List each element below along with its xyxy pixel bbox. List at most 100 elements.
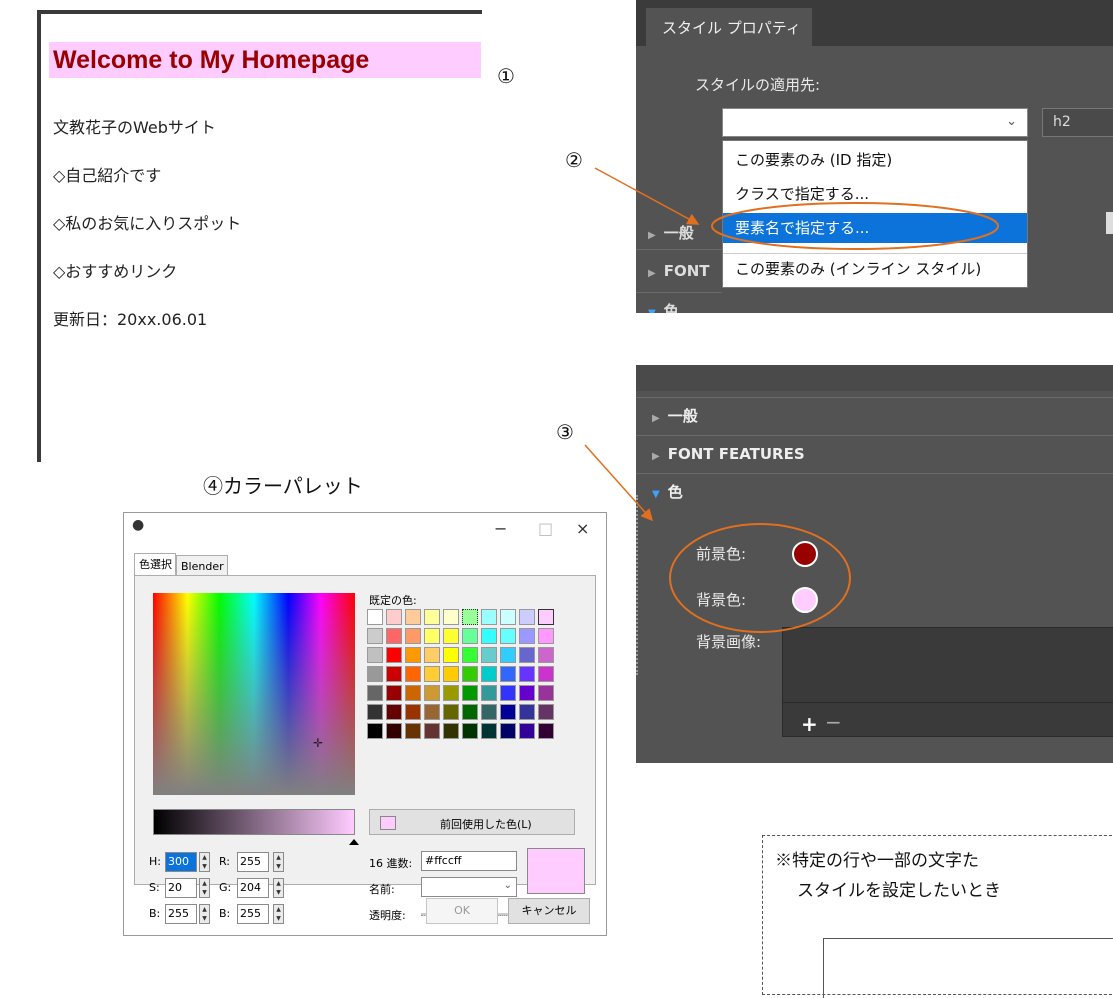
preset-color-cell[interactable] (481, 647, 497, 663)
previous-color-label: 前回使用した色(L) (440, 818, 532, 831)
preset-color-cell[interactable] (538, 647, 554, 663)
preset-color-cell[interactable] (500, 723, 516, 739)
preset-color-cell[interactable] (462, 628, 478, 644)
preset-color-cell[interactable] (538, 685, 554, 701)
preset-color-cell[interactable] (462, 723, 478, 739)
preset-color-cell[interactable] (519, 628, 535, 644)
preset-color-cell[interactable] (462, 609, 478, 625)
preset-color-cell[interactable] (462, 685, 478, 701)
preset-color-cell[interactable] (386, 723, 402, 739)
b-spinner[interactable]: ▲ ▼ (199, 904, 210, 924)
preset-colors-label: 既定の色: (369, 594, 417, 607)
tab-blender[interactable]: Blender (176, 555, 228, 575)
blue-input[interactable]: 255 (237, 904, 269, 924)
maximize-button[interactable]: □ (538, 519, 553, 538)
preset-color-cell[interactable] (367, 685, 383, 701)
preset-color-cell[interactable] (500, 666, 516, 682)
preset-color-cell[interactable] (538, 628, 554, 644)
blue-spinner[interactable]: ▲ ▼ (273, 904, 284, 924)
preset-color-cell[interactable] (462, 647, 478, 663)
close-button[interactable]: × (576, 519, 589, 538)
preset-color-cell[interactable] (443, 723, 459, 739)
preset-color-cell[interactable] (500, 628, 516, 644)
preset-color-cell[interactable] (443, 647, 459, 663)
preset-color-cell[interactable] (367, 628, 383, 644)
preset-color-cell[interactable] (424, 723, 440, 739)
b-input[interactable]: 255 (165, 904, 197, 924)
preset-color-cell[interactable] (462, 666, 478, 682)
luminance-marker-icon[interactable] (349, 839, 359, 845)
preset-color-cell[interactable] (367, 704, 383, 720)
preset-color-cell[interactable] (500, 704, 516, 720)
preset-color-cell[interactable] (386, 685, 402, 701)
preset-color-cell[interactable] (443, 609, 459, 625)
preset-color-cell[interactable] (443, 704, 459, 720)
preset-color-cell[interactable] (462, 704, 478, 720)
h-input[interactable]: 300 (165, 852, 197, 872)
preset-color-cell[interactable] (481, 666, 497, 682)
preset-color-cell[interactable] (386, 609, 402, 625)
preset-color-cell[interactable] (424, 647, 440, 663)
preset-color-cell[interactable] (424, 685, 440, 701)
preset-color-cell[interactable] (405, 685, 421, 701)
preset-color-cell[interactable] (519, 647, 535, 663)
preset-color-cell[interactable] (538, 704, 554, 720)
previous-color-button[interactable]: 前回使用した色(L) (369, 809, 575, 835)
h-spinner[interactable]: ▲ ▼ (199, 852, 210, 872)
preset-color-cell[interactable] (481, 628, 497, 644)
preset-color-cell[interactable] (443, 628, 459, 644)
preset-color-cell[interactable] (538, 723, 554, 739)
preset-color-cell[interactable] (386, 704, 402, 720)
preset-color-cell[interactable] (405, 628, 421, 644)
preset-color-cell[interactable] (481, 685, 497, 701)
minimize-button[interactable]: − (494, 519, 507, 538)
preset-color-cell[interactable] (519, 666, 535, 682)
preset-color-cell[interactable] (386, 647, 402, 663)
g-input[interactable]: 204 (237, 878, 269, 898)
s-input[interactable]: 20 (165, 878, 197, 898)
preset-color-cell[interactable] (386, 628, 402, 644)
name-select[interactable]: ⌄ (421, 877, 517, 897)
preset-color-cell[interactable] (443, 666, 459, 682)
preset-color-cell[interactable] (481, 723, 497, 739)
preset-color-cell[interactable] (519, 685, 535, 701)
preset-color-cell[interactable] (481, 609, 497, 625)
g-spinner[interactable]: ▲ ▼ (273, 878, 284, 898)
preset-color-cell[interactable] (386, 666, 402, 682)
preset-color-cell[interactable] (367, 723, 383, 739)
chevron-down-icon: ⌄ (503, 880, 512, 891)
r-input[interactable]: 255 (237, 852, 269, 872)
preset-color-cell[interactable] (500, 685, 516, 701)
preset-color-cell[interactable] (405, 723, 421, 739)
ok-button[interactable]: OK (426, 898, 498, 924)
preset-color-cell[interactable] (405, 647, 421, 663)
preset-color-cell[interactable] (367, 609, 383, 625)
preset-color-cell[interactable] (519, 723, 535, 739)
arrow-3 (584, 444, 653, 522)
preset-color-cell[interactable] (481, 704, 497, 720)
cancel-button[interactable]: キャンセル (508, 898, 590, 924)
preset-color-cell[interactable] (500, 647, 516, 663)
preset-color-cell[interactable] (538, 609, 554, 625)
luminance-bar[interactable] (153, 809, 355, 835)
color-spectrum[interactable]: ✛ (153, 593, 355, 795)
s-spinner[interactable]: ▲ ▼ (199, 878, 210, 898)
preset-color-cell[interactable] (424, 628, 440, 644)
preset-color-cell[interactable] (367, 647, 383, 663)
preset-color-cell[interactable] (443, 685, 459, 701)
preset-color-cell[interactable] (367, 666, 383, 682)
preset-color-cell[interactable] (405, 666, 421, 682)
hex-input[interactable]: #ffccff (421, 851, 517, 871)
preset-color-cell[interactable] (405, 704, 421, 720)
preset-color-cell[interactable] (500, 609, 516, 625)
preset-color-cell[interactable] (519, 704, 535, 720)
preset-color-cell[interactable] (519, 609, 535, 625)
preset-color-cell[interactable] (538, 666, 554, 682)
preset-color-cell[interactable] (424, 704, 440, 720)
preset-color-cell[interactable] (424, 609, 440, 625)
tab-color-select[interactable]: 色選択 (134, 553, 176, 575)
preset-color-cell[interactable] (405, 609, 421, 625)
preset-color-cell[interactable] (424, 666, 440, 682)
s-label: S: (149, 881, 160, 894)
r-spinner[interactable]: ▲ ▼ (273, 852, 284, 872)
